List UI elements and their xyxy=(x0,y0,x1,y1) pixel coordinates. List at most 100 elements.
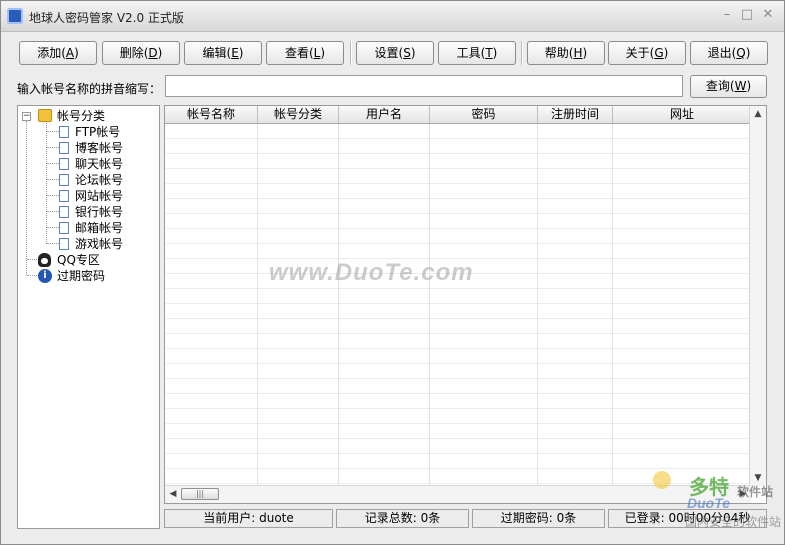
tree-item-label: 过期密码 xyxy=(57,269,106,283)
add-button-label: 添加( xyxy=(37,46,66,60)
table-body[interactable] xyxy=(165,124,751,486)
toolbar-separator xyxy=(350,41,352,65)
tree-item-label: 论坛帐号 xyxy=(75,173,124,187)
tools-button-label: 工具( xyxy=(456,46,486,60)
document-icon xyxy=(59,190,69,202)
scroll-left-icon[interactable]: ◀ xyxy=(165,486,181,502)
tree-guide-line xyxy=(47,211,59,212)
document-icon xyxy=(59,142,69,154)
document-icon xyxy=(59,206,69,218)
column-divider xyxy=(537,124,538,486)
exit-button-key: Q xyxy=(736,46,746,60)
search-label: 输入帐号名称的拼音缩写： xyxy=(17,82,162,96)
tree-root-label: 帐号分类 xyxy=(57,109,106,123)
toolbar-separator xyxy=(521,41,523,65)
tree-item-label: 银行帐号 xyxy=(75,205,124,219)
edit-button-key: E xyxy=(231,46,239,60)
duote-logo-slogan: 国内安全的软件站 xyxy=(685,515,782,529)
category-tree[interactable]: − 帐号分类 FTP帐号 博客帐号 聊天帐号 论坛帐号 网站帐号 银行帐号 邮箱… xyxy=(17,105,160,529)
tree-guide-line xyxy=(47,227,59,228)
tree-guide-line xyxy=(46,123,47,244)
document-icon xyxy=(59,238,69,250)
collapse-icon[interactable]: − xyxy=(22,112,31,121)
status-total-records: 记录总数: 0条 xyxy=(336,509,469,528)
account-table[interactable]: 帐号名称 帐号分类 用户名 密码 注册时间 网址 ▲ ▼ ◀ ||| ▶ xyxy=(164,105,767,504)
minimize-icon[interactable]: – xyxy=(720,8,734,22)
view-button-label: 查看( xyxy=(284,46,314,60)
maximize-icon[interactable]: □ xyxy=(740,8,754,22)
column-header[interactable]: 帐号分类 xyxy=(258,106,339,123)
help-button-label: 帮助( xyxy=(544,46,574,60)
tree-guide-line xyxy=(47,163,59,164)
tools-button[interactable]: 工具(T) xyxy=(438,41,516,65)
tree-guide-line xyxy=(27,275,37,276)
view-button-key: L xyxy=(313,46,321,60)
search-button[interactable]: 查询(W) xyxy=(690,75,767,98)
document-icon xyxy=(59,126,69,138)
duote-mascot-icon xyxy=(653,471,671,489)
search-button-key: W xyxy=(734,79,747,93)
tree-item-label: 博客帐号 xyxy=(75,141,124,155)
view-button[interactable]: 查看(L) xyxy=(266,41,344,65)
document-icon xyxy=(59,158,69,170)
column-header[interactable]: 网址 xyxy=(613,106,751,123)
settings-button[interactable]: 设置(S) xyxy=(356,41,434,65)
tree-item-label: QQ专区 xyxy=(57,253,100,267)
about-button-label: 关于( xyxy=(625,46,655,60)
title-bar[interactable]: 地球人密码管家 V2.0 正式版 – □ ✕ xyxy=(1,1,784,32)
help-button[interactable]: 帮助(H) xyxy=(527,41,605,65)
window-title: 地球人密码管家 V2.0 正式版 xyxy=(29,11,184,25)
tree-item-label: 游戏帐号 xyxy=(75,237,124,251)
add-button[interactable]: 添加(A) xyxy=(19,41,97,65)
qq-penguin-icon xyxy=(38,253,51,267)
column-header[interactable]: 密码 xyxy=(430,106,538,123)
column-divider xyxy=(338,124,339,486)
app-icon xyxy=(7,8,23,24)
column-header[interactable]: 用户名 xyxy=(339,106,430,123)
help-button-key: H xyxy=(573,46,583,60)
close-icon[interactable]: ✕ xyxy=(761,8,775,22)
tools-button-key: T xyxy=(485,46,493,60)
delete-button-label: 删除( xyxy=(119,46,149,60)
delete-button-key: D xyxy=(148,46,158,60)
settings-button-label: 设置( xyxy=(374,46,404,60)
about-button-key: G xyxy=(654,46,664,60)
add-button-key: A xyxy=(65,46,75,60)
table-header: 帐号名称 帐号分类 用户名 密码 注册时间 网址 xyxy=(165,106,751,124)
exit-button[interactable]: 退出(Q) xyxy=(690,41,768,65)
column-divider xyxy=(257,124,258,486)
tree-guide-line xyxy=(26,121,27,275)
tree-item-label: 网站帐号 xyxy=(75,189,124,203)
column-header[interactable]: 帐号名称 xyxy=(165,106,258,123)
vertical-scrollbar[interactable]: ▲ ▼ xyxy=(749,106,766,486)
tree-guide-line xyxy=(47,179,59,180)
site-watermark: www.DuoTe.com xyxy=(269,259,474,286)
status-expired-count: 过期密码: 0条 xyxy=(472,509,605,528)
tree-item-label: 聊天帐号 xyxy=(75,157,124,171)
column-divider xyxy=(612,124,613,486)
exit-button-label: 退出( xyxy=(707,46,737,60)
tree-item-label: 邮箱帐号 xyxy=(75,221,124,235)
app-window: 地球人密码管家 V2.0 正式版 – □ ✕ 添加(A) 删除(D) 编辑(E)… xyxy=(0,0,785,545)
search-input[interactable] xyxy=(165,75,683,97)
tree-guide-line xyxy=(27,259,37,260)
column-divider xyxy=(429,124,430,486)
tree-guide-line xyxy=(47,243,59,244)
horizontal-scroll-thumb[interactable]: ||| xyxy=(181,488,219,500)
search-button-label: 查询( xyxy=(705,79,735,93)
info-icon: i xyxy=(38,269,52,283)
tree-item-label: FTP帐号 xyxy=(75,125,121,139)
duote-logo-en: DuoTe xyxy=(687,495,731,511)
scroll-up-icon[interactable]: ▲ xyxy=(750,106,766,122)
duote-logo-sub: 软件站 xyxy=(737,485,774,499)
column-header[interactable]: 注册时间 xyxy=(538,106,613,123)
tree-guide-line xyxy=(47,147,59,148)
folder-icon xyxy=(38,109,52,122)
settings-button-key: S xyxy=(403,46,411,60)
delete-button[interactable]: 删除(D) xyxy=(102,41,180,65)
tree-guide-line xyxy=(47,195,59,196)
about-button[interactable]: 关于(G) xyxy=(608,41,686,65)
edit-button[interactable]: 编辑(E) xyxy=(184,41,262,65)
document-icon xyxy=(59,222,69,234)
status-current-user: 当前用户: duote xyxy=(164,509,333,528)
